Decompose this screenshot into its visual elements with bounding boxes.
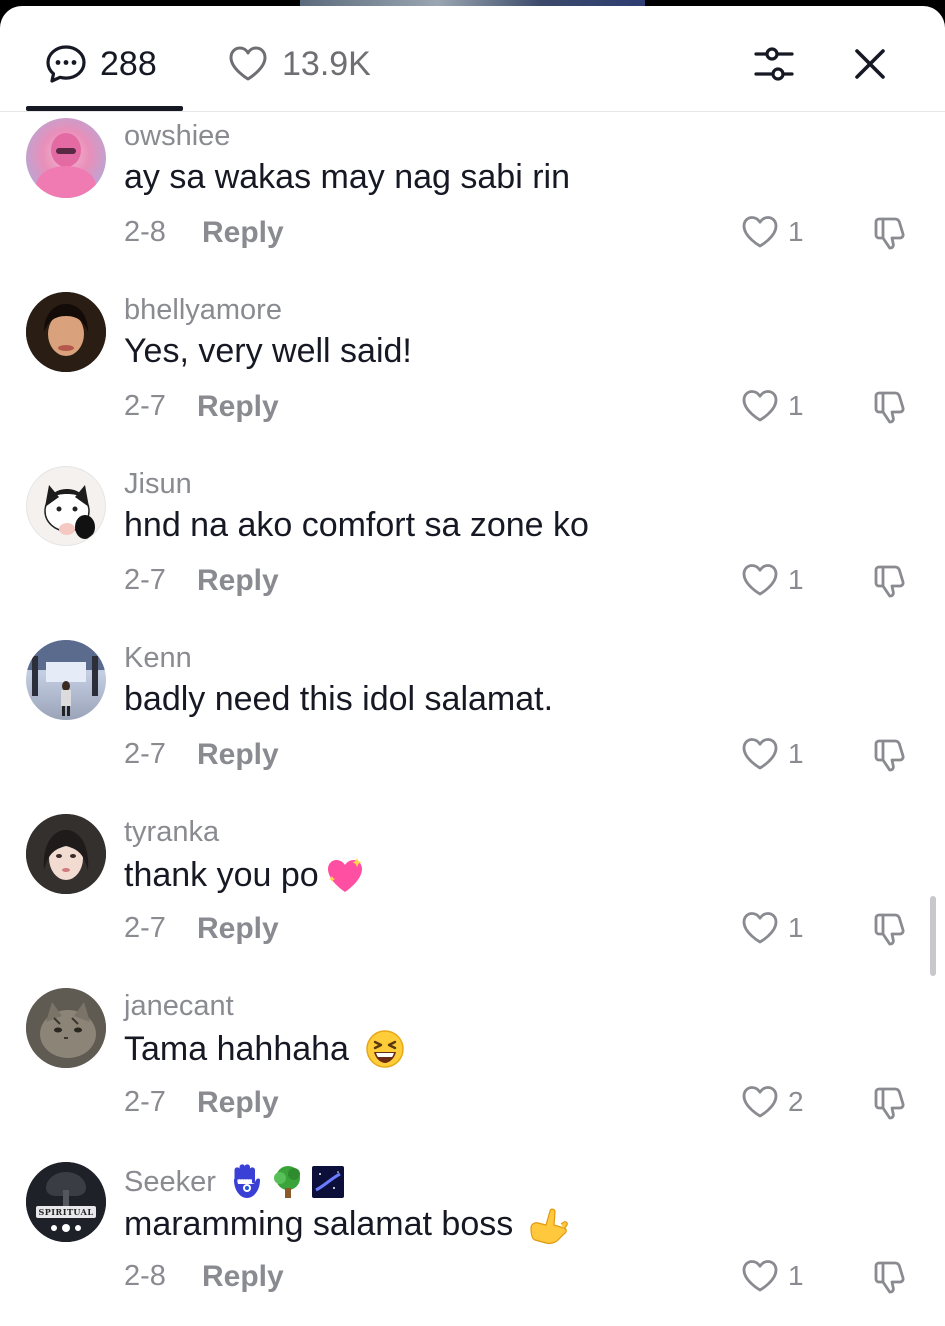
reply-button[interactable]: Reply [197, 390, 279, 424]
avatar-label: SPIRITUAL [38, 1207, 94, 1217]
heart-outline-icon [742, 1260, 778, 1292]
heart-outline-icon [742, 216, 778, 248]
heart-outline-icon [742, 1086, 778, 1118]
comment-text-content: maramming salamat boss [124, 1204, 514, 1243]
avatar[interactable] [26, 292, 106, 372]
heart-outline-icon [742, 912, 778, 944]
thumbs-down-icon[interactable] [870, 560, 912, 602]
comment-date: 2-7 [124, 912, 166, 944]
comment-date: 2-7 [124, 738, 166, 770]
thumbs-down-icon[interactable] [870, 1256, 912, 1298]
thumbs-down-icon[interactable] [870, 1082, 912, 1124]
like-button[interactable]: 1 [740, 1256, 804, 1296]
filter-sliders-icon[interactable] [750, 40, 798, 88]
active-tab-indicator [26, 106, 183, 111]
like-count: 1 [788, 738, 804, 769]
comment-text-content: Tama hahhaha [124, 1029, 349, 1068]
comment-item: bhellyamore Yes, very well said! 2-7 Rep… [0, 288, 945, 462]
like-count: 1 [788, 390, 804, 421]
like-count: 1 [788, 1260, 804, 1291]
username-text: Seeker [124, 1165, 216, 1198]
like-button[interactable]: 1 [740, 734, 804, 774]
heart-outline-icon [742, 738, 778, 770]
comment-item: owshiee ay sa wakas may nag sabi rin 2-8… [0, 114, 945, 288]
likes-count: 13.9K [282, 44, 371, 83]
reply-button[interactable]: Reply [197, 1086, 279, 1120]
comment-item: janecant Tama hahhaha 2-7 Reply 2 [0, 984, 945, 1158]
comment-date: 2-8 [124, 216, 166, 248]
comment-username[interactable]: Kenn [124, 642, 192, 675]
comment-text: hnd na ako comfort sa zone ko [124, 506, 589, 545]
avatar[interactable] [26, 640, 106, 720]
comment-item: Kenn badly need this idol salamat. 2-7 R… [0, 636, 945, 810]
comment-bubble-icon [46, 45, 86, 83]
reply-button[interactable]: Reply [197, 738, 279, 772]
heart-outline-icon [742, 564, 778, 596]
thumbs-down-icon[interactable] [870, 908, 912, 950]
comment-username[interactable]: bhellyamore [124, 294, 282, 327]
comments-header: 288 13.9K [0, 6, 945, 112]
comment-text: thank you po [124, 854, 367, 896]
comment-username[interactable]: Seeker [124, 1164, 344, 1200]
galaxy-icon [311, 1166, 344, 1198]
like-count: 1 [788, 564, 804, 595]
like-count: 1 [788, 216, 804, 247]
comment-username[interactable]: Jisun [124, 468, 192, 501]
avatar[interactable] [26, 814, 106, 894]
comment-item: SPIRITUAL Seeker maramming salamat boss … [0, 1158, 945, 1326]
thumbs-down-icon[interactable] [870, 734, 912, 776]
comments-count: 288 [100, 44, 157, 83]
sparkling-heart-icon [327, 858, 362, 892]
like-count: 1 [788, 912, 804, 943]
like-button[interactable]: 1 [740, 908, 804, 948]
comment-username[interactable]: owshiee [124, 120, 230, 153]
reply-button[interactable]: Reply [197, 564, 279, 598]
reply-button[interactable]: Reply [197, 912, 279, 946]
comment-item: Jisun hnd na ako comfort sa zone ko 2-7 … [0, 462, 945, 636]
thumbs-down-icon[interactable] [870, 386, 912, 428]
comment-text: Yes, very well said! [124, 332, 412, 371]
comment-text: Tama hahhaha [124, 1028, 409, 1070]
comment-username[interactable]: tyranka [124, 816, 219, 849]
reply-button[interactable]: Reply [202, 216, 284, 250]
reply-button[interactable]: Reply [202, 1260, 284, 1294]
comment-text: badly need this idol salamat. [124, 680, 553, 719]
comment-date: 2-7 [124, 1086, 166, 1118]
like-button[interactable]: 1 [740, 212, 804, 252]
avatar[interactable] [26, 466, 106, 546]
call-me-hand-icon [530, 1208, 569, 1244]
comment-text-content: thank you po [124, 855, 319, 894]
heart-outline-icon [742, 390, 778, 422]
comment-date: 2-7 [124, 390, 166, 422]
scrollbar[interactable] [930, 896, 936, 976]
comment-text-content: Yes, very well said! [124, 332, 412, 370]
like-button[interactable]: 1 [740, 386, 804, 426]
comment-date: 2-7 [124, 564, 166, 596]
likes-tab[interactable]: 13.9K [226, 42, 371, 86]
avatar[interactable] [26, 118, 106, 198]
like-button[interactable]: 2 [740, 1082, 804, 1122]
heart-outline-icon [229, 46, 267, 81]
comment-text-content: hnd na ako comfort sa zone ko [124, 506, 589, 544]
like-count: 2 [788, 1086, 804, 1117]
avatar[interactable] [26, 988, 106, 1068]
like-button[interactable]: 1 [740, 560, 804, 600]
comment-text-content: ay sa wakas may nag sabi rin [124, 158, 570, 196]
close-icon[interactable] [846, 40, 894, 88]
comment-text: ay sa wakas may nag sabi rin [124, 158, 570, 197]
hamsa-icon [233, 1164, 260, 1198]
comment-item: tyranka thank you po 2-7 Reply 1 [0, 810, 945, 984]
thumbs-down-icon[interactable] [870, 212, 912, 254]
comments-sheet: 288 13.9K owshiee ay sa wakas may nag sa… [0, 6, 945, 1326]
comment-date: 2-8 [124, 1260, 166, 1292]
avatar[interactable]: SPIRITUAL [26, 1162, 106, 1242]
comment-username[interactable]: janecant [124, 990, 234, 1023]
comment-text: maramming salamat boss [124, 1202, 571, 1246]
comment-text-content: badly need this idol salamat. [124, 680, 554, 718]
comments-tab[interactable]: 288 [44, 42, 157, 86]
tree-icon [273, 1166, 300, 1198]
grinning-squinting-face-icon [366, 1030, 404, 1068]
